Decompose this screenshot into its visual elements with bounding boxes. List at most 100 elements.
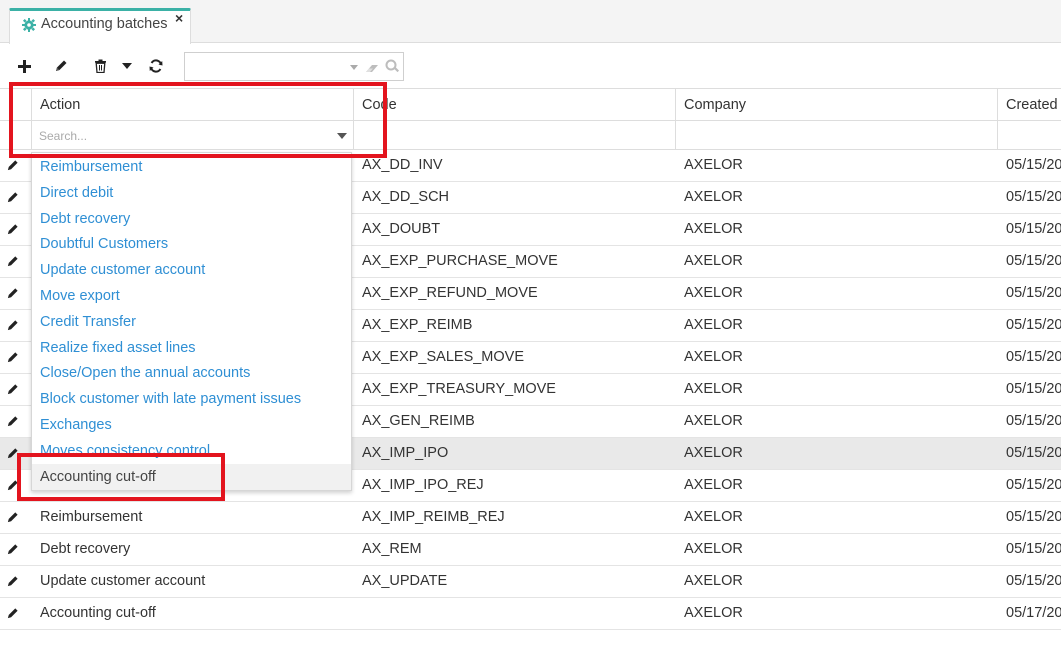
dropdown-option[interactable]: Debt recovery (32, 206, 351, 232)
cell-company: AXELOR (684, 605, 743, 621)
pencil-icon[interactable] (6, 223, 19, 239)
cell-created: 05/15/20 (1006, 573, 1061, 589)
cell-code: AX_DD_INV (362, 157, 443, 173)
cell-code: AX_REM (362, 541, 422, 557)
pencil-icon[interactable] (6, 255, 19, 271)
table-row[interactable]: Accounting cut-off AXELOR 05/17/20 (0, 598, 1061, 630)
cell-code: AX_DOUBT (362, 221, 441, 237)
caret-down-icon (122, 63, 132, 69)
dropdown-option[interactable]: Close/Open the annual accounts (32, 360, 351, 386)
search-filter-dropdown-icon[interactable] (350, 65, 358, 70)
filter-cell-company[interactable] (675, 121, 997, 149)
cell-code: AX_IMP_IPO (362, 445, 449, 461)
cell-created: 05/15/20 (1006, 445, 1061, 461)
pencil-icon (54, 59, 68, 73)
cell-company: AXELOR (684, 541, 743, 557)
search-input[interactable] (184, 52, 404, 81)
cell-created: 05/15/20 (1006, 157, 1061, 173)
pencil-icon[interactable] (6, 159, 19, 175)
pencil-icon[interactable] (6, 575, 19, 591)
cell-code: AX_UPDATE (362, 573, 448, 589)
trash-icon (94, 59, 107, 73)
pencil-icon[interactable] (6, 415, 19, 431)
column-header-action[interactable]: Action (31, 89, 353, 121)
cell-company: AXELOR (684, 189, 743, 205)
cell-code: AX_EXP_TREASURY_MOVE (362, 381, 556, 397)
cell-created: 05/17/20 (1006, 605, 1061, 621)
cell-action: Accounting cut-off (40, 605, 156, 621)
refresh-icon (149, 59, 163, 73)
dropdown-option[interactable]: Move export (32, 283, 351, 309)
delete-button[interactable] (93, 56, 107, 76)
dropdown-option[interactable]: Exchanges (32, 412, 351, 438)
cell-company: AXELOR (684, 477, 743, 493)
column-header-created[interactable]: Created (997, 89, 1061, 121)
action-filter-placeholder: Search... (39, 129, 88, 143)
action-dropdown-menu: Reimbursement Direct debit Debt recovery Do… (31, 152, 352, 491)
edit-button[interactable] (53, 56, 69, 76)
cell-company: AXELOR (684, 349, 743, 365)
cell-created: 05/15/20 (1006, 189, 1061, 205)
filter-cell-code[interactable] (353, 121, 675, 149)
dropdown-option[interactable]: Accounting cut-off (32, 463, 351, 490)
pencil-icon[interactable] (6, 607, 19, 623)
dropdown-option[interactable]: Update customer account (32, 257, 351, 283)
pencil-icon[interactable] (6, 287, 19, 303)
cell-company: AXELOR (684, 509, 743, 525)
table-row[interactable]: Reimbursement AX_IMP_REIMB_REJ AXELOR 05/15… (0, 502, 1061, 534)
cell-code: AX_IMP_IPO_REJ (362, 477, 484, 493)
dropdown-option[interactable]: Realize fixed asset lines (32, 335, 351, 361)
cell-created: 05/15/20 (1006, 413, 1061, 429)
close-icon[interactable]: × (175, 10, 183, 26)
cell-created: 05/15/20 (1006, 317, 1061, 333)
dropdown-option[interactable]: Block customer with late payment issues (32, 386, 351, 412)
table-row[interactable]: Debt recovery AX_REM AXELOR 05/15/20 (0, 534, 1061, 566)
pencil-icon[interactable] (6, 351, 19, 367)
cell-code: AX_EXP_REIMB (362, 317, 473, 333)
cell-code: AX_DD_SCH (362, 189, 450, 205)
dropdown-option[interactable]: Credit Transfer (32, 309, 351, 335)
cell-action: Debt recovery (40, 541, 131, 557)
tab-accounting-batches[interactable]: Accounting batches × (9, 8, 191, 44)
cell-created: 05/15/20 (1006, 285, 1061, 301)
tab-bar: Accounting batches × (0, 0, 1061, 44)
filter-cell-created[interactable] (997, 121, 1061, 149)
cell-action: Reimbursement (40, 509, 143, 525)
refresh-button[interactable] (148, 56, 164, 76)
plus-icon (17, 59, 31, 73)
pencil-icon[interactable] (6, 543, 19, 559)
pencil-icon[interactable] (6, 511, 19, 527)
caret-down-icon[interactable] (337, 133, 347, 139)
dropdown-option[interactable]: Moves consistency control (32, 438, 351, 464)
cell-code (362, 598, 672, 629)
gear-icon (22, 18, 36, 32)
cell-created: 05/15/20 (1006, 381, 1061, 397)
cell-created: 05/15/20 (1006, 541, 1061, 557)
column-header-company[interactable]: Company (675, 89, 997, 121)
dropdown-option[interactable]: Doubtful Customers (32, 231, 351, 257)
add-button[interactable] (16, 56, 32, 76)
more-actions-dropdown[interactable] (121, 56, 133, 76)
cell-created: 05/15/20 (1006, 253, 1061, 269)
cell-code: AX_EXP_PURCHASE_MOVE (362, 253, 558, 269)
action-filter-select[interactable]: Search... (32, 122, 350, 149)
eraser-icon[interactable] (365, 61, 379, 77)
pencil-icon[interactable] (6, 447, 19, 463)
cell-company: AXELOR (684, 157, 743, 173)
table-row[interactable]: Update customer account AX_UPDATE AXELOR 05… (0, 566, 1061, 598)
pencil-icon[interactable] (6, 383, 19, 399)
cell-code: AX_IMP_REIMB_REJ (362, 509, 505, 525)
column-header-code[interactable]: Code (353, 89, 675, 121)
cell-created: 05/15/20 (1006, 349, 1061, 365)
pencil-icon[interactable] (6, 191, 19, 207)
cell-company: AXELOR (684, 221, 743, 237)
pencil-icon[interactable] (6, 479, 19, 495)
cell-code: AX_EXP_SALES_MOVE (362, 349, 524, 365)
cell-code: AX_EXP_REFUND_MOVE (362, 285, 538, 301)
cell-action: Update customer account (40, 573, 206, 589)
cell-company: AXELOR (684, 445, 743, 461)
dropdown-option[interactable]: Reimbursement (32, 154, 351, 180)
dropdown-option[interactable]: Direct debit (32, 180, 351, 206)
search-icon[interactable] (385, 59, 400, 77)
pencil-icon[interactable] (6, 319, 19, 335)
